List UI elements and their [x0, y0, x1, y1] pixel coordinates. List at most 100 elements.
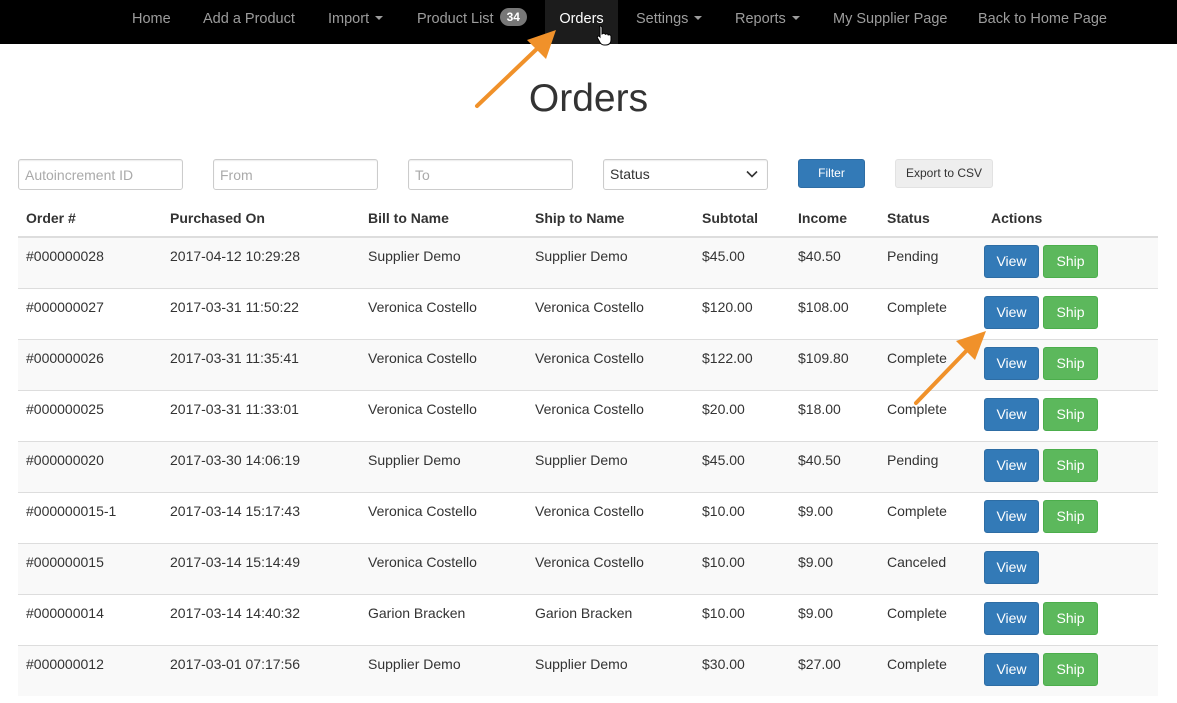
purchased-on-cell: 2017-03-31 11:35:41	[162, 338, 360, 390]
income-cell: $27.00	[790, 644, 879, 696]
top-navbar: Home Add a Product Import Product List 34…	[0, 0, 1177, 44]
income-cell: $108.00	[790, 287, 879, 339]
status-cell: Complete	[879, 287, 983, 339]
ship-order-button[interactable]: Ship	[1043, 245, 1098, 278]
table-row: #000000025 2017-03-31 11:33:01 Veronica Co…	[18, 389, 1158, 441]
actions-cell: View Ship	[983, 338, 1158, 390]
actions-cell: View	[983, 542, 1158, 594]
table-row: #000000014 2017-03-14 14:40:32 Garion Brac…	[18, 593, 1158, 645]
nav-add-product[interactable]: Add a Product	[203, 0, 295, 44]
nav-my-supplier-page[interactable]: My Supplier Page	[833, 0, 947, 44]
view-order-button[interactable]: View	[984, 601, 1039, 635]
income-cell: $40.50	[790, 440, 879, 492]
to-date-input[interactable]	[408, 159, 573, 190]
purchased-on-cell: 2017-03-14 14:40:32	[162, 593, 360, 645]
actions-cell: View Ship	[983, 593, 1158, 645]
header-income[interactable]: Income	[790, 200, 879, 238]
nav-settings[interactable]: Settings	[636, 0, 703, 44]
ship-to-name-cell: Supplier Demo	[527, 440, 694, 492]
nav-back-to-home[interactable]: Back to Home Page	[978, 0, 1107, 44]
view-order-button[interactable]: View	[984, 346, 1039, 380]
subtotal-cell: $10.00	[694, 542, 790, 594]
nav-product-list-label: Product List	[417, 11, 494, 27]
ship-order-button[interactable]: Ship	[1043, 295, 1098, 329]
filter-button[interactable]: Filter	[798, 159, 865, 188]
bill-to-name-cell: Supplier Demo	[360, 644, 527, 696]
header-subtotal[interactable]: Subtotal	[694, 200, 790, 238]
view-order-button[interactable]: View	[984, 245, 1039, 278]
ship-order-button[interactable]: Ship	[1043, 652, 1098, 686]
table-row: #000000015-1 2017-03-14 15:17:43 Veronica …	[18, 491, 1158, 543]
header-order-number[interactable]: Order #	[18, 200, 162, 238]
nav-orders[interactable]: Orders	[545, 0, 618, 44]
order-number-cell: #000000027	[18, 287, 162, 339]
nav-settings-label: Settings	[636, 11, 689, 27]
table-row: #000000012 2017-03-01 07:17:56 Supplier De…	[18, 644, 1158, 696]
order-number-cell: #000000014	[18, 593, 162, 645]
status-cell: Pending	[879, 236, 983, 288]
ship-order-button[interactable]: Ship	[1043, 601, 1098, 635]
export-csv-button[interactable]: Export to CSV	[895, 159, 993, 188]
view-order-button[interactable]: View	[984, 499, 1039, 533]
subtotal-cell: $45.00	[694, 236, 790, 288]
ship-order-button[interactable]: Ship	[1043, 448, 1098, 482]
income-cell: $40.50	[790, 236, 879, 288]
purchased-on-cell: 2017-04-12 10:29:28	[162, 236, 360, 288]
table-header-row: Order # Purchased On Bill to Name Ship t…	[18, 200, 1158, 238]
view-order-button[interactable]: View	[984, 448, 1039, 482]
table-row: #000000028 2017-04-12 10:29:28 Supplier De…	[18, 236, 1158, 288]
bill-to-name-cell: Veronica Costello	[360, 542, 527, 594]
bill-to-name-cell: Veronica Costello	[360, 338, 527, 390]
bill-to-name-cell: Veronica Costello	[360, 287, 527, 339]
nav-import[interactable]: Import	[328, 0, 384, 44]
ship-to-name-cell: Veronica Costello	[527, 491, 694, 543]
actions-cell: View Ship	[983, 491, 1158, 543]
status-select[interactable]: Status	[603, 159, 768, 190]
nav-reports[interactable]: Reports	[735, 0, 800, 44]
order-number-cell: #000000015	[18, 542, 162, 594]
ship-to-name-cell: Supplier Demo	[527, 644, 694, 696]
header-purchased-on[interactable]: Purchased On	[162, 200, 360, 238]
orders-table-container: Order # Purchased On Bill to Name Ship t…	[18, 200, 1158, 696]
purchased-on-cell: 2017-03-14 15:14:49	[162, 542, 360, 594]
header-bill-to-name[interactable]: Bill to Name	[360, 200, 527, 238]
order-number-cell: #000000028	[18, 236, 162, 288]
order-number-cell: #000000025	[18, 389, 162, 441]
purchased-on-cell: 2017-03-14 15:17:43	[162, 491, 360, 543]
header-status[interactable]: Status	[879, 200, 983, 238]
from-date-input[interactable]	[213, 159, 378, 190]
caret-down-icon	[791, 16, 800, 21]
ship-to-name-cell: Supplier Demo	[527, 236, 694, 288]
table-row: #000000027 2017-03-31 11:50:22 Veronica Co…	[18, 287, 1158, 339]
view-order-button[interactable]: View	[984, 397, 1039, 431]
nav-home[interactable]: Home	[132, 0, 171, 44]
ship-order-button[interactable]: Ship	[1043, 397, 1098, 431]
ship-to-name-cell: Veronica Costello	[527, 389, 694, 441]
actions-cell: View Ship	[983, 389, 1158, 441]
order-number-cell: #000000012	[18, 644, 162, 696]
ship-order-button[interactable]: Ship	[1043, 499, 1098, 533]
subtotal-cell: $10.00	[694, 491, 790, 543]
purchased-on-cell: 2017-03-01 07:17:56	[162, 644, 360, 696]
subtotal-cell: $10.00	[694, 593, 790, 645]
status-cell: Complete	[879, 491, 983, 543]
subtotal-cell: $30.00	[694, 644, 790, 696]
order-number-cell: #000000015-1	[18, 491, 162, 543]
nav-product-list[interactable]: Product List 34	[417, 0, 527, 44]
product-count-badge: 34	[499, 8, 527, 26]
status-cell: Complete	[879, 338, 983, 390]
subtotal-cell: $122.00	[694, 338, 790, 390]
ship-order-button[interactable]: Ship	[1043, 346, 1098, 380]
view-order-button[interactable]: View	[984, 652, 1039, 686]
status-select-value: Status	[610, 166, 650, 182]
purchased-on-cell: 2017-03-30 14:06:19	[162, 440, 360, 492]
header-ship-to-name[interactable]: Ship to Name	[527, 200, 694, 238]
bill-to-name-cell: Supplier Demo	[360, 440, 527, 492]
subtotal-cell: $20.00	[694, 389, 790, 441]
autoincrement-id-input[interactable]	[18, 159, 183, 190]
view-order-button[interactable]: View	[984, 295, 1039, 329]
view-order-button[interactable]: View	[984, 550, 1039, 584]
actions-cell: View Ship	[983, 287, 1158, 339]
status-cell: Complete	[879, 593, 983, 645]
header-actions: Actions	[983, 200, 1158, 238]
